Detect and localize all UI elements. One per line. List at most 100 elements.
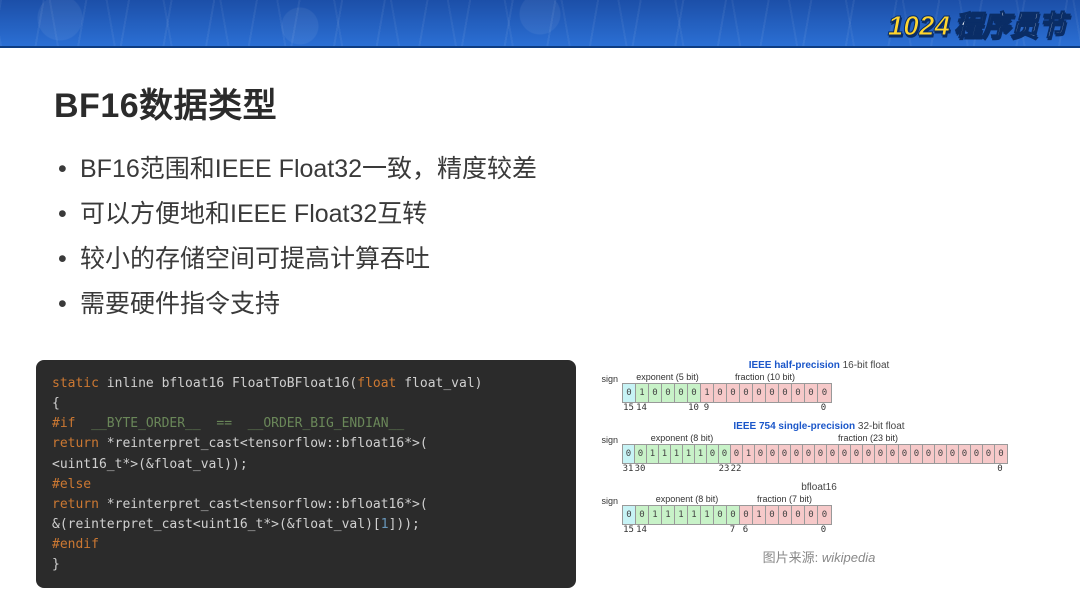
fp16-figure: IEEE half-precision 16-bit float sign ex… (594, 360, 1044, 415)
bit-cell: 0 (767, 445, 779, 463)
fp32-title: IEEE 754 single-precision 32-bit float (594, 421, 1044, 432)
bit-cell: 0 (805, 506, 818, 524)
fp16-title-strong: IEEE half-precision (749, 360, 840, 371)
bit-cell: 0 (779, 384, 792, 402)
credit-source: wikipedia (822, 550, 875, 565)
event-banner: 1024 程序员节 (0, 0, 1080, 48)
bit-cell: 0 (649, 384, 662, 402)
bullet-item: BF16范围和IEEE Float32一致，精度较差 (80, 147, 1026, 192)
bit-cell: 0 (623, 506, 636, 524)
bit-cell: 0 (623, 384, 636, 402)
tick-label: 7 (730, 525, 735, 535)
bit-cell: 1 (695, 445, 707, 463)
tick-label: 30 (635, 464, 646, 474)
bit-cell: 0 (818, 384, 831, 402)
tick-label: 0 (821, 525, 826, 535)
fp32-bits: 00111110001000000000000000000000 (622, 444, 1008, 464)
bit-cell: 0 (899, 445, 911, 463)
bit-cell: 0 (727, 384, 740, 402)
bit-cell: 1 (671, 445, 683, 463)
bf16-frac-label: fraction (7 bit) (739, 494, 830, 504)
bit-cell: 0 (839, 445, 851, 463)
fp32-group-labels: exponent (8 bit) fraction (23 bit) (622, 433, 1008, 443)
float-format-figures: IEEE half-precision 16-bit float sign ex… (594, 360, 1044, 588)
code-keyword: static (52, 376, 99, 391)
fp32-title-rest: 32-bit float (855, 421, 904, 432)
slide-body: BF16数据类型 BF16范围和IEEE Float32一致，精度较差 可以方便… (0, 48, 1080, 327)
bit-cell: 0 (995, 445, 1007, 463)
code-number: 1 (381, 517, 389, 532)
fp32-title-strong: IEEE 754 single-precision (733, 421, 855, 432)
bit-cell: 0 (779, 506, 792, 524)
fp16-title: IEEE half-precision 16-bit float (594, 360, 1044, 371)
credit-prefix: 图片来源: (763, 550, 822, 565)
fp16-group-labels: exponent (5 bit) fraction (10 bit) (622, 372, 832, 382)
bit-cell: 0 (815, 445, 827, 463)
fp16-frac-label: fraction (10 bit) (700, 372, 830, 382)
code-macro: #if (52, 416, 75, 431)
bit-cell: 0 (719, 445, 731, 463)
code-text: &(reinterpret_cast<uint16_t*>(&float_val… (52, 517, 381, 532)
bit-cell: 0 (731, 445, 743, 463)
bit-cell: 0 (818, 506, 831, 524)
fp32-frac-label: fraction (23 bit) (730, 433, 1006, 443)
bit-cell: 1 (649, 506, 662, 524)
bit-cell: 0 (792, 384, 805, 402)
fp16-exp-label: exponent (5 bit) (635, 372, 700, 382)
fp32-ticks: 313023220 (622, 464, 1006, 476)
code-text: float_val) (396, 376, 482, 391)
bit-cell: 0 (805, 384, 818, 402)
tick-label: 9 (704, 403, 709, 413)
fp16-ticks: 15141090 (622, 403, 830, 415)
fp32-figure: IEEE 754 single-precision 32-bit float s… (594, 421, 1044, 476)
bullet-item: 需要硬件指令支持 (80, 282, 1026, 327)
bit-cell: 0 (707, 445, 719, 463)
bullet-item: 可以方便地和IEEE Float32互转 (80, 192, 1026, 237)
bit-cell: 0 (863, 445, 875, 463)
bit-cell: 1 (743, 445, 755, 463)
code-keyword: return (52, 436, 99, 451)
bf16-title-rest: bfloat16 (801, 482, 837, 493)
code-text: *reinterpret_cast<tensorflow::bfloat16*>… (99, 436, 428, 451)
bit-cell: 1 (753, 506, 766, 524)
bit-cell: 0 (791, 445, 803, 463)
bullet-item: 较小的存储空间可提高计算吞吐 (80, 237, 1026, 282)
bit-cell: 0 (755, 445, 767, 463)
bit-cell: 0 (740, 506, 753, 524)
fp32-exp-label: exponent (8 bit) (634, 433, 730, 443)
bit-cell: 0 (959, 445, 971, 463)
bit-cell: 0 (753, 384, 766, 402)
bit-cell: 1 (675, 506, 688, 524)
bit-cell: 1 (636, 384, 649, 402)
figure-credit: 图片来源: wikipedia (594, 547, 1044, 566)
bit-cell: 0 (947, 445, 959, 463)
bf16-exp-label: exponent (8 bit) (635, 494, 739, 504)
bit-cell: 0 (971, 445, 983, 463)
event-logo: 1024 程序员节 (888, 4, 1066, 44)
bit-cell: 0 (623, 445, 635, 463)
bit-cell: 0 (851, 445, 863, 463)
bit-cell: 0 (766, 506, 779, 524)
bit-cell: 0 (779, 445, 791, 463)
bit-cell: 0 (792, 506, 805, 524)
code-macro: #else (52, 477, 91, 492)
bit-cell: 0 (803, 445, 815, 463)
code-keyword: float (357, 376, 396, 391)
code-text: inline bfloat16 FloatToBFloat16( (99, 376, 357, 391)
tick-label: 14 (636, 403, 647, 413)
bit-cell: 0 (714, 506, 727, 524)
bit-cell: 0 (911, 445, 923, 463)
bit-cell: 0 (727, 506, 740, 524)
fp16-sign-label: sign (594, 374, 618, 384)
slide-title: BF16数据类型 (54, 78, 1026, 127)
bit-cell: 1 (662, 506, 675, 524)
tick-label: 15 (623, 403, 634, 413)
code-keyword: return (52, 497, 99, 512)
tick-label: 23 (719, 464, 730, 474)
bit-cell: 0 (983, 445, 995, 463)
bit-cell: 1 (647, 445, 659, 463)
bit-cell: 0 (662, 384, 675, 402)
code-macro-body: __BYTE_ORDER__ == __ORDER_BIG_ENDIAN__ (75, 416, 404, 431)
bit-cell: 1 (701, 384, 714, 402)
code-text: *reinterpret_cast<tensorflow::bfloat16*>… (99, 497, 428, 512)
